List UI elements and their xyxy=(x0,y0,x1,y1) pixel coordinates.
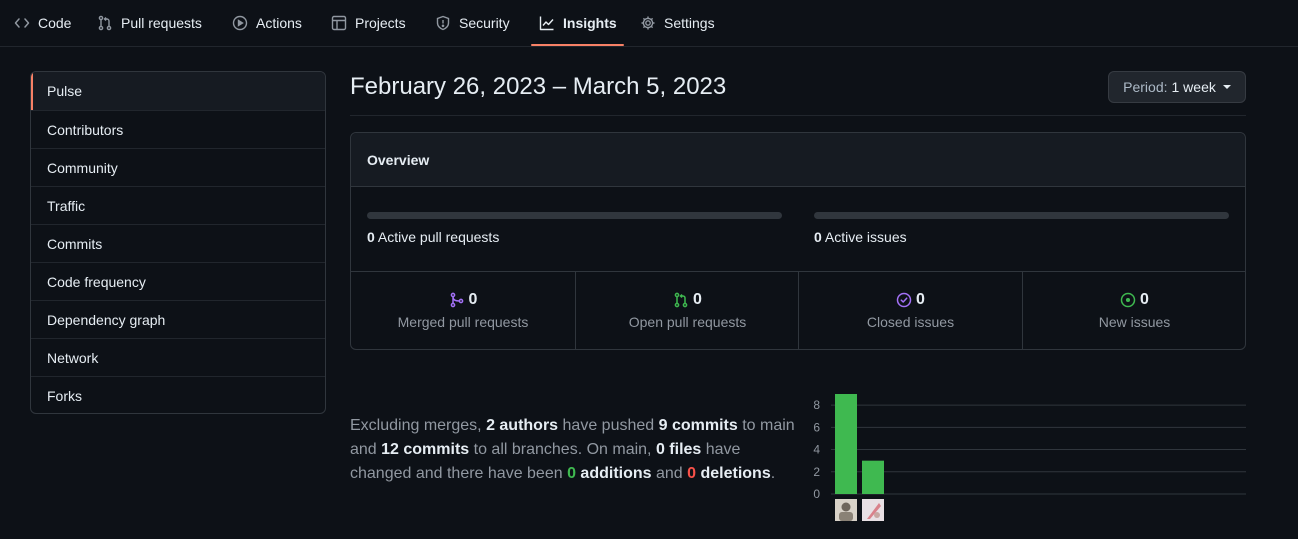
sidebar-item-traffic[interactable]: Traffic xyxy=(31,186,325,224)
tab-actions[interactable]: Actions xyxy=(232,0,302,46)
chevron-down-icon xyxy=(1222,85,1231,89)
y-tick-label: 8 xyxy=(813,398,820,412)
closed-issues-label: Closed issues xyxy=(866,314,955,330)
additions-count: 0 xyxy=(567,465,576,482)
new-issues-count: 0 xyxy=(1140,291,1149,308)
issue-opened-icon xyxy=(1120,292,1136,308)
merged-pr-count: 0 xyxy=(468,291,478,308)
sidebar-item-label: Forks xyxy=(47,387,82,404)
table-icon xyxy=(331,15,347,31)
sidebar-item-label: Contributors xyxy=(47,121,124,138)
sidebar-item-pulse[interactable]: Pulse xyxy=(31,72,325,110)
sidebar-item-forks[interactable]: Forks xyxy=(31,376,325,413)
tab-projects-label: Projects xyxy=(355,15,406,31)
open-pr-label: Open pull requests xyxy=(628,314,747,330)
files-changed-count: 0 files xyxy=(655,441,702,458)
sidebar-item-dependency-graph[interactable]: Dependency graph xyxy=(31,300,325,338)
tab-settings[interactable]: Settings xyxy=(640,0,715,46)
additions-label: additions xyxy=(575,465,652,482)
git-pull-request-icon xyxy=(97,15,113,31)
y-tick-label: 2 xyxy=(813,465,820,479)
period-dropdown-button[interactable]: Period: 1 week xyxy=(1108,71,1246,103)
active-issues-label: Active issues xyxy=(824,229,907,245)
merged-pull-requests-stat[interactable]: 0 Merged pull requests xyxy=(351,272,575,349)
active-pr-label: Active pull requests xyxy=(377,229,500,245)
y-tick-label: 4 xyxy=(813,443,820,457)
commit-bar[interactable] xyxy=(835,394,857,494)
active-issues-bar xyxy=(814,212,1229,219)
git-pull-request-icon xyxy=(673,292,689,308)
tab-code-label: Code xyxy=(38,15,72,31)
period-value: 1 week xyxy=(1171,79,1216,95)
active-pr-count: 0 xyxy=(367,229,375,245)
active-issues-link[interactable]: 0 Active issues xyxy=(814,229,907,245)
gear-icon xyxy=(640,15,656,31)
new-issues-label: New issues xyxy=(1098,314,1171,330)
sidebar-item-label: Pulse xyxy=(47,83,83,99)
tab-security-label: Security xyxy=(459,15,510,31)
tab-insights-label: Insights xyxy=(563,15,617,31)
author-avatar[interactable] xyxy=(862,499,884,521)
sidebar-item-contributors[interactable]: Contributors xyxy=(31,110,325,148)
git-merge-icon xyxy=(449,292,465,308)
commits-all-link[interactable]: 12 commits xyxy=(381,441,469,458)
sidebar-item-label: Traffic xyxy=(47,197,86,214)
author-avatar[interactable] xyxy=(835,499,857,521)
overview-title: Overview xyxy=(351,133,1245,187)
sidebar-item-commits[interactable]: Commits xyxy=(31,224,325,262)
y-tick-label: 0 xyxy=(813,487,820,501)
open-pr-count: 0 xyxy=(693,291,702,308)
open-pull-requests-stat[interactable]: 0 Open pull requests xyxy=(575,272,799,349)
page-title: February 26, 2023 – March 5, 2023 xyxy=(350,73,727,100)
summary-text: Excluding merges, xyxy=(350,417,487,434)
active-pr-link[interactable]: 0 Active pull requests xyxy=(367,229,499,245)
tab-security[interactable]: Security xyxy=(435,0,510,46)
active-issues-count: 0 xyxy=(814,229,822,245)
merged-pr-label: Merged pull requests xyxy=(397,314,529,330)
tab-insights[interactable]: Insights xyxy=(539,0,617,46)
tab-projects[interactable]: Projects xyxy=(331,0,406,46)
graph-icon xyxy=(539,15,555,31)
tab-settings-label: Settings xyxy=(664,15,715,31)
issue-closed-icon xyxy=(896,292,912,308)
period-label: Period: xyxy=(1123,79,1168,95)
repo-nav: Code Pull requests Actions Projects Secu… xyxy=(0,0,1298,47)
sidebar-item-label: Network xyxy=(47,349,99,366)
commits-by-author-chart: 0 2 4 6 8 xyxy=(813,394,1246,521)
new-issues-stat[interactable]: 0 New issues xyxy=(1022,272,1246,349)
closed-issues-count: 0 xyxy=(916,291,925,308)
selected-tab-indicator xyxy=(531,44,624,46)
sidebar-item-code-frequency[interactable]: Code frequency xyxy=(31,262,325,300)
play-icon xyxy=(232,15,248,31)
summary-text: have pushed xyxy=(558,417,659,434)
deletions-count: 0 xyxy=(687,465,697,482)
insights-sidebar: Pulse Contributors Community Traffic Com… xyxy=(30,71,326,414)
commits-main-link[interactable]: 9 commits xyxy=(659,417,738,434)
tab-code[interactable]: Code xyxy=(14,0,71,46)
tab-pull-requests[interactable]: Pull requests xyxy=(97,0,202,46)
sidebar-item-community[interactable]: Community xyxy=(31,148,325,186)
y-tick-label: 6 xyxy=(813,420,820,434)
sidebar-item-label: Code frequency xyxy=(47,273,146,290)
sidebar-item-network[interactable]: Network xyxy=(31,338,325,376)
overview-box: Overview 0 Active pull requests 0 Active… xyxy=(350,132,1246,350)
active-pr-bar xyxy=(367,212,782,219)
header-divider xyxy=(350,115,1246,116)
shield-icon xyxy=(435,15,451,31)
deletions-label: deletions xyxy=(696,465,771,482)
commit-bar[interactable] xyxy=(862,460,884,494)
tab-pull-requests-label: Pull requests xyxy=(121,15,202,31)
sidebar-item-label: Community xyxy=(47,159,118,176)
summary-text: . xyxy=(770,465,776,482)
authors-link[interactable]: 2 authors xyxy=(486,417,558,434)
commit-summary: Excluding merges, 2 authors have pushed … xyxy=(350,414,800,486)
code-icon xyxy=(14,15,30,31)
tab-actions-label: Actions xyxy=(256,15,302,31)
summary-text: to all branches. On main, xyxy=(469,441,656,458)
sidebar-item-label: Commits xyxy=(47,235,103,252)
closed-issues-stat[interactable]: 0 Closed issues xyxy=(798,272,1022,349)
sidebar-item-label: Dependency graph xyxy=(47,311,166,328)
summary-text: and xyxy=(651,465,688,482)
